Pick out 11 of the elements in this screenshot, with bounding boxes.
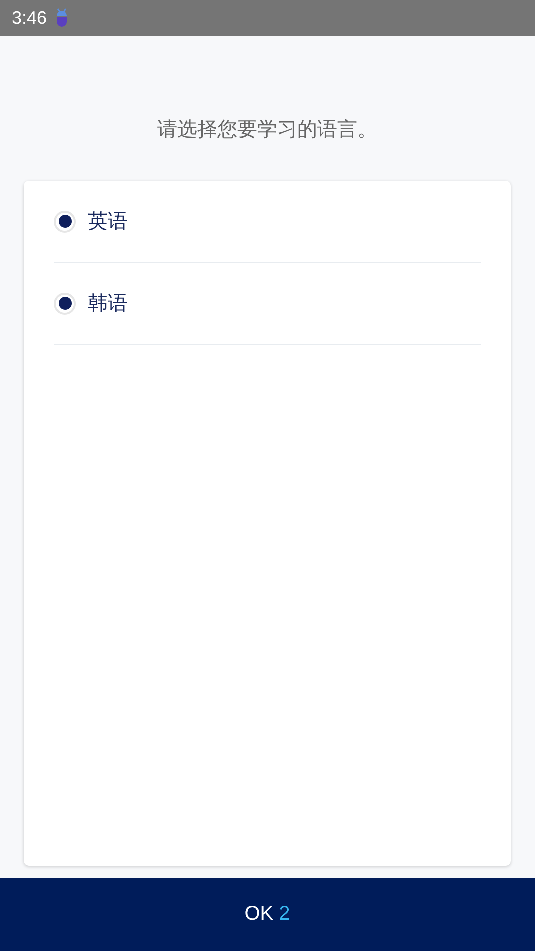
language-option[interactable]: 韩语	[54, 263, 481, 345]
option-label: 英语	[88, 208, 128, 235]
robot-icon	[55, 8, 70, 28]
radio-button[interactable]	[54, 292, 76, 314]
ok-button[interactable]: OK 2	[0, 878, 535, 951]
selection-count: 2	[279, 903, 290, 925]
option-label: 韩语	[88, 290, 128, 317]
radio-button[interactable]	[54, 210, 76, 232]
prompt-text: 请选择您要学习的语言。	[156, 116, 378, 143]
clock-time: 3:46	[12, 8, 48, 28]
language-option[interactable]: 英语	[54, 181, 481, 263]
